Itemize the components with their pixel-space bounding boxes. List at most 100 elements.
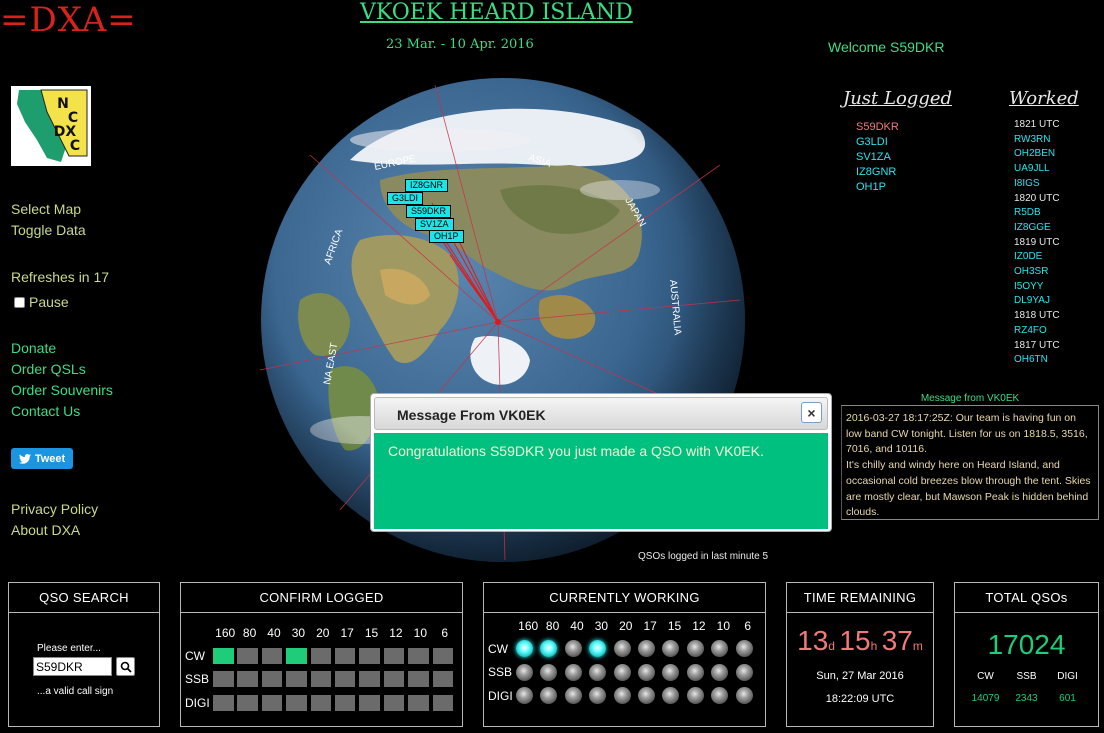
mode-label: CW — [185, 648, 205, 663]
band-label: 10 — [716, 619, 730, 633]
status-light — [735, 663, 753, 681]
pause-checkbox[interactable] — [14, 296, 25, 308]
worked-time-group: 1821 UTC — [1014, 119, 1060, 130]
worked-heading: Worked — [1009, 88, 1079, 109]
status-light — [564, 663, 582, 681]
status-cell — [334, 647, 356, 664]
order-souvenirs-link[interactable]: Order Souvenirs — [11, 382, 113, 398]
band-label: 17 — [643, 619, 657, 633]
ncdxc-logo-graphic: N C DX C — [11, 86, 91, 166]
mode-row: SSB — [185, 668, 457, 692]
status-light — [637, 687, 655, 705]
mode-count: 14079 — [971, 693, 1000, 704]
worked-time-group: 1818 UTC — [1014, 310, 1060, 322]
band-label: 80 — [242, 626, 257, 640]
status-light — [637, 663, 655, 681]
mode-count: 2343 — [1015, 693, 1038, 704]
contact-us-link[interactable]: Contact Us — [11, 403, 80, 419]
just-logged-item[interactable]: OH1P — [856, 180, 899, 195]
dialog-header: Message From VK0EK × — [374, 397, 828, 430]
status-light — [662, 687, 680, 705]
order-qsls-link[interactable]: Order QSLs — [11, 361, 86, 377]
qso-search-panel: QSO SEARCH Please enter... ...a valid ca… — [8, 582, 160, 727]
status-cell — [237, 647, 258, 664]
just-logged-item[interactable]: S59DKR — [856, 120, 899, 135]
worked-callsign[interactable]: OH6TN — [1014, 353, 1060, 368]
band-label: 10 — [413, 626, 427, 640]
status-light — [516, 687, 533, 705]
hours-value: 15 — [839, 625, 871, 656]
status-light — [589, 640, 607, 658]
band-label: 17 — [340, 626, 354, 640]
map-station-tag[interactable]: IZ8GNR — [405, 179, 449, 192]
worked-callsign[interactable]: OH2BEN — [1014, 147, 1060, 162]
toggle-data-link[interactable]: Toggle Data — [11, 222, 86, 238]
status-light — [686, 663, 704, 681]
mode-label: DIGI — [488, 688, 513, 703]
status-cell — [359, 694, 380, 711]
worked-callsign[interactable]: I5OYY — [1014, 280, 1060, 295]
status-light — [686, 687, 704, 705]
status-cell — [286, 647, 307, 664]
current-utc-time: 18:22:09 UTC — [825, 693, 895, 705]
status-cell — [261, 694, 283, 711]
mode-labels-row: CW SSB DIGI — [955, 671, 1098, 682]
worked-callsign[interactable]: RW3RN — [1014, 133, 1060, 148]
band-label: 12 — [692, 619, 706, 633]
worked-callsign[interactable]: DL9YAJ — [1014, 294, 1060, 309]
status-cell — [286, 694, 307, 711]
worked-list: 1821 UTC RW3RN OH2BEN UA9JLL I8IGS 1820 UTC R5… — [1014, 118, 1060, 368]
worked-callsign[interactable]: I8IGS — [1014, 177, 1060, 192]
page-title: VKOEK HEARD ISLAND — [360, 0, 633, 25]
just-logged-item[interactable]: SV1ZA — [856, 150, 899, 165]
mode-label: SSB — [185, 672, 210, 687]
total-qsos-panel: TOTAL QSOs 17024 CW SSB DIGI 14079 2343 … — [954, 582, 1099, 727]
worked-callsign[interactable]: IZ8GGE — [1014, 221, 1060, 236]
status-cell — [408, 647, 429, 664]
panel-title: TIME REMAINING — [787, 583, 933, 613]
map-station-tag[interactable]: OH1P — [429, 230, 464, 243]
status-light — [613, 687, 631, 705]
status-light — [540, 663, 558, 681]
map-station-tag[interactable]: G3LDI — [387, 192, 424, 205]
map-station-tag[interactable]: S59DKR — [406, 205, 452, 218]
just-logged-item[interactable]: G3LDI — [856, 135, 899, 150]
dxpedition-dates: 23 Mar. - 10 Apr. 2016 — [386, 37, 534, 52]
band-label: 12 — [389, 626, 403, 640]
time-remaining-panel: TIME REMAINING 13d 15h 37m Sun, 27 Mar 2… — [786, 582, 934, 727]
mode-counts-row: 14079 2343 601 — [955, 693, 1098, 704]
about-dxa-link[interactable]: About DXA — [11, 522, 80, 538]
worked-callsign[interactable]: UA9JLL — [1014, 162, 1060, 177]
search-button[interactable] — [116, 657, 135, 676]
worked-callsign[interactable]: R5DB — [1014, 206, 1060, 221]
mode-label: CW — [977, 671, 994, 682]
status-cell — [359, 647, 380, 664]
worked-callsign[interactable]: OH3SR — [1014, 265, 1060, 280]
dxa-logo[interactable]: =DXA= — [0, 0, 137, 40]
minutes-value: 37 — [881, 625, 913, 656]
just-logged-item[interactable]: IZ8GNR — [856, 165, 899, 180]
confirm-logged-grid: 160 80 40 30 20 17 15 12 10 6 CW SSB DIGI — [185, 626, 457, 715]
tweet-button[interactable]: Tweet — [11, 448, 73, 469]
mode-label: CW — [488, 641, 508, 656]
worked-callsign[interactable]: RZ4FO — [1014, 324, 1060, 339]
donate-link[interactable]: Donate — [11, 340, 56, 356]
currently-working-panel: CURRENTLY WORKING 160 80 40 30 20 17 15 12 10 6 CW… — [483, 582, 766, 727]
worked-callsign[interactable]: IZ0DE — [1014, 250, 1060, 265]
select-map-link[interactable]: Select Map — [11, 201, 81, 217]
minutes-unit: m — [912, 639, 923, 653]
club-logo[interactable]: N C DX C — [11, 86, 91, 166]
privacy-policy-link[interactable]: Privacy Policy — [11, 501, 98, 517]
status-light — [662, 663, 680, 681]
close-icon[interactable]: × — [801, 402, 822, 423]
band-label: 30 — [594, 619, 609, 633]
callsign-search-input[interactable] — [33, 657, 112, 676]
status-cell — [213, 694, 234, 711]
status-light — [516, 640, 533, 658]
status-light — [662, 640, 680, 658]
pause-control[interactable]: Pause — [14, 294, 69, 310]
status-light — [613, 640, 631, 658]
mode-row: DIGI — [488, 684, 760, 708]
panel-title: CURRENTLY WORKING — [484, 583, 765, 613]
status-light — [637, 640, 655, 658]
